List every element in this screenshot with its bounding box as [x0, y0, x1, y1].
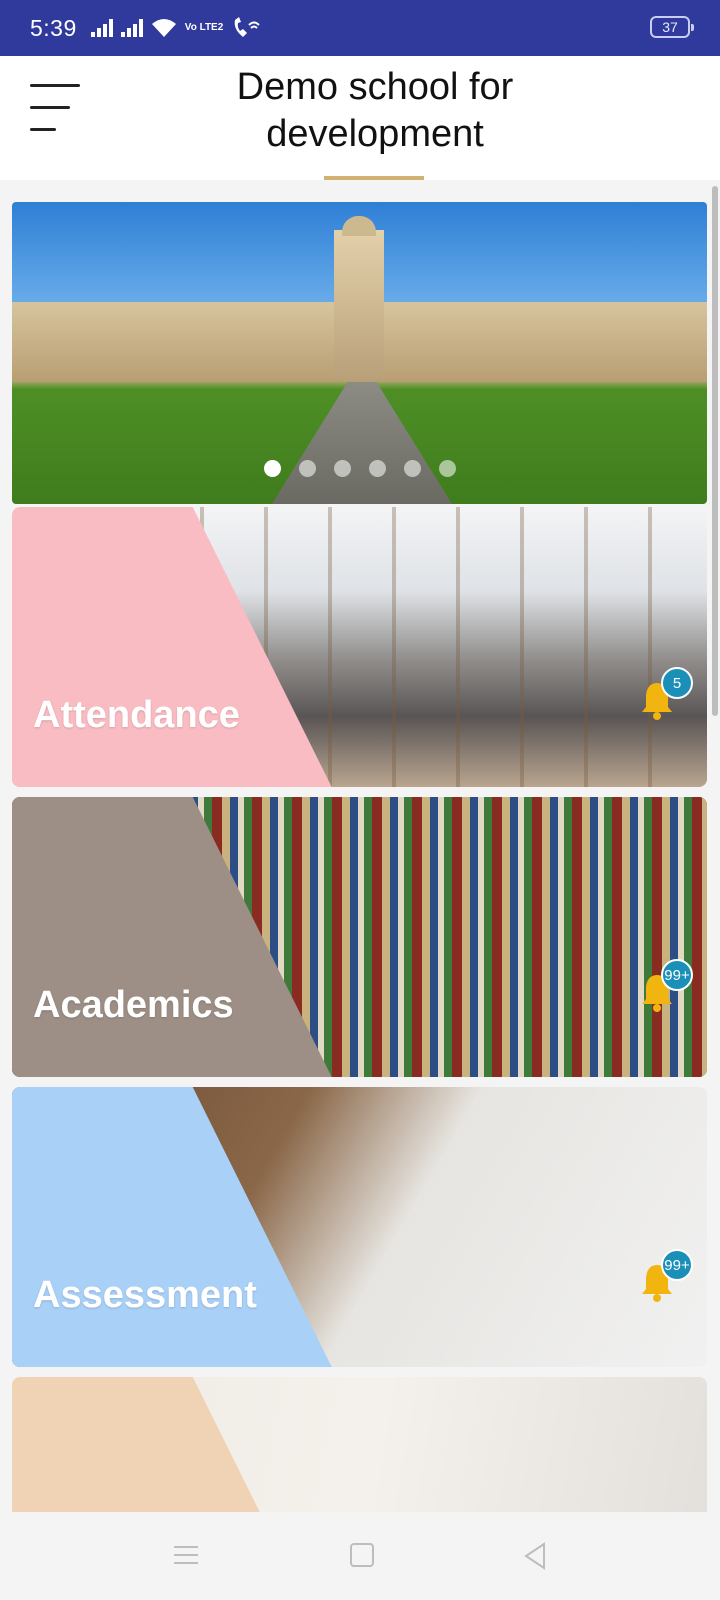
page-title: Demo school for development [236, 66, 514, 155]
carousel-dot-5[interactable] [403, 460, 421, 477]
notification-badge: 99+ [661, 959, 693, 991]
module-label: Attendance [33, 694, 240, 736]
module-card-assessment[interactable]: Assessment 99+ [12, 1087, 707, 1367]
wifi-icon [151, 19, 176, 37]
carousel-dot-2[interactable] [298, 460, 316, 477]
carousel-dot-3[interactable] [333, 460, 351, 477]
status-time: 5:39 [30, 14, 77, 41]
app-header: Demo school for development [0, 56, 720, 180]
scrollbar[interactable] [712, 186, 718, 716]
signal-icon [90, 19, 113, 37]
carousel-dot-6[interactable] [438, 460, 456, 477]
module-card-academics[interactable]: Academics 99+ [12, 797, 707, 1077]
module-card-partial[interactable] [12, 1377, 707, 1512]
wifi-calling-icon [234, 17, 261, 37]
system-nav-bar [0, 1512, 720, 1600]
status-bar: 5:39 Vo LTE2 37 [0, 0, 720, 56]
module-label: Academics [33, 984, 234, 1026]
carousel-dot-1[interactable] [263, 460, 281, 477]
volte-icon: Vo LTE2 [184, 22, 224, 33]
signal-icon [120, 19, 143, 37]
dashboard-content[interactable]: Attendance 5 Academics 99+ Assessment 99… [0, 180, 720, 1512]
battery-icon: 37 [650, 16, 694, 38]
module-label: Assessment [33, 1274, 257, 1316]
carousel-indicators [12, 460, 707, 477]
back-icon[interactable] [518, 1540, 552, 1572]
home-icon[interactable] [346, 1540, 380, 1572]
battery-level: 37 [662, 19, 678, 35]
hamburger-menu-icon[interactable] [30, 84, 82, 140]
recent-apps-icon[interactable] [170, 1540, 204, 1572]
module-card-attendance[interactable]: Attendance 5 [12, 507, 707, 787]
status-icons: Vo LTE2 [90, 17, 262, 39]
notification-badge: 99+ [661, 1249, 693, 1281]
notification-badge: 5 [661, 667, 693, 699]
carousel-dot-4[interactable] [368, 460, 386, 477]
banner-carousel[interactable] [12, 202, 707, 504]
